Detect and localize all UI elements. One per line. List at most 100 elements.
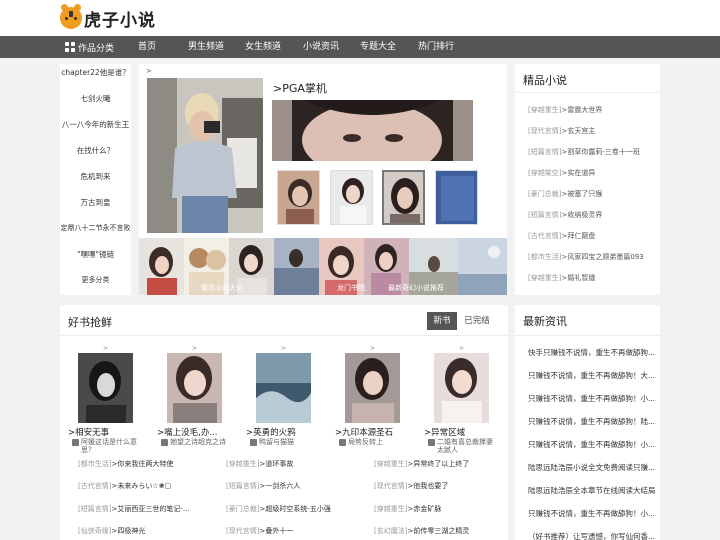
carousel-thumb[interactable] xyxy=(277,170,320,225)
book-link[interactable]: >你来我往两大特使 xyxy=(111,460,173,468)
sidebar-more[interactable]: 更多分类 xyxy=(60,275,131,285)
list-item[interactable]: [古代言情]>拜仁巅盘 xyxy=(528,231,660,241)
list-item[interactable]: [现代言情]>玄天宫主 xyxy=(528,126,660,136)
book-link[interactable]: >割草你露莉-三卷十一班 xyxy=(561,148,639,156)
list-item[interactable]: [现代言情]>他我也要了 xyxy=(374,481,504,491)
list-item[interactable]: [穿越架空]>实在道异 xyxy=(528,168,660,178)
book-link[interactable]: >被塞了只猴 xyxy=(561,190,602,198)
book-link[interactable]: >雷霆大世界 xyxy=(561,106,602,114)
book-card[interactable]: > >九印本源圣石 局势反转上 xyxy=(329,345,411,455)
sidebar-item[interactable]: 八一八今年的新生王 xyxy=(60,119,131,130)
book-title[interactable]: >异常区域 xyxy=(424,426,504,438)
featured-hero-image[interactable] xyxy=(147,78,263,233)
book-link[interactable]: >他我也要了 xyxy=(407,482,448,490)
tab-finished[interactable]: 已完结 xyxy=(462,312,492,330)
strip-caption[interactable]: 繁花小说大全 xyxy=(201,283,243,293)
carousel-thumb-active[interactable] xyxy=(382,170,425,225)
news-item[interactable]: 陆思远陆浩辰小说全文免费阅读只赚... xyxy=(528,462,656,473)
list-item[interactable]: [穿越重生]>雷霆大世界 xyxy=(528,105,660,115)
feature-title[interactable]: >PGA掌机 xyxy=(273,80,327,96)
book-title[interactable]: >嘴上没毛,办... xyxy=(157,426,237,438)
strip-image[interactable] xyxy=(139,238,184,295)
book-card[interactable]: > >嘴上没毛,办... 她望之诗超克之诗 xyxy=(151,345,233,455)
sidebar-item[interactable]: chapter22他是谁？ xyxy=(60,67,131,78)
list-item[interactable]: [穿越重生]>婚礼暂缝 xyxy=(528,273,660,283)
book-link[interactable]: >前传零三湖之精灵 xyxy=(407,527,469,535)
nav-news[interactable]: 小说资讯 xyxy=(303,36,339,58)
list-item[interactable]: [豪门总裁]>超级时空系统-五小强 xyxy=(226,504,371,514)
book-link[interactable]: >实在道异 xyxy=(561,169,595,177)
nav-home[interactable]: 首页 xyxy=(138,36,156,58)
book-title[interactable]: >相安无事 xyxy=(68,426,148,438)
feature-banner-image[interactable] xyxy=(272,100,473,161)
tab-new[interactable]: 新书 xyxy=(427,312,457,330)
list-item[interactable]: [短篇言情]>收纳极灵界 xyxy=(528,210,660,220)
strip-image[interactable] xyxy=(274,238,319,295)
book-link[interactable]: >艾丽西亚三世的笔记-... xyxy=(111,505,189,513)
genre-tag: [短篇言情] xyxy=(528,148,562,156)
book-cover[interactable] xyxy=(256,353,311,423)
book-link[interactable]: >超级时空系统-五小强 xyxy=(259,505,330,513)
site-logo[interactable]: 虎子小说 xyxy=(60,4,156,31)
news-item[interactable]: 只赚钱不说情，重生不再做舔狗！小... xyxy=(528,508,656,519)
book-card[interactable]: > >异常区域 二婚有喜总裁撑妻太腻人 xyxy=(418,345,500,455)
genre-tag: [穿越重生] xyxy=(374,505,408,513)
list-item[interactable]: [仙侠奇缘]>四极神光 xyxy=(78,526,223,536)
strip-caption[interactable]: 龙门书院 xyxy=(337,283,365,293)
book-link[interactable]: >风家四宝之顾弟墨篇093 xyxy=(561,253,643,261)
book-link[interactable]: >收纳极灵界 xyxy=(561,211,602,219)
news-item[interactable]: 陆思远陆浩辰全本章节在线阅读大结局 xyxy=(528,485,656,496)
book-link[interactable]: >异常终了以上终了 xyxy=(407,460,469,468)
carousel-thumb[interactable] xyxy=(330,170,373,225)
list-item[interactable]: [古代言情]>未来みらい☆❀▢ xyxy=(78,481,223,491)
strip-caption[interactable]: 最新奇幻小说推荐 xyxy=(388,283,444,293)
nav-ranking[interactable]: 热门排行 xyxy=(418,36,454,58)
book-title[interactable]: >九印本源圣石 xyxy=(335,426,415,438)
list-item[interactable]: [短篇言情]>一剑杀六人 xyxy=(226,481,371,491)
list-item[interactable]: [短篇言情]>艾丽西亚三世的笔记-... xyxy=(78,504,223,514)
book-link[interactable]: >未来みらい☆❀▢ xyxy=(111,482,171,490)
nav-male[interactable]: 男生频道 xyxy=(188,36,224,58)
list-item[interactable]: [穿越重生]>道环事故 xyxy=(226,459,371,469)
list-item[interactable]: [穿越重生]>赤金矿脉 xyxy=(374,504,504,514)
book-link[interactable]: >赤金矿脉 xyxy=(407,505,441,513)
book-card[interactable]: > >英勇的火鸦 鸭留与猫猫 xyxy=(240,345,322,455)
book-cover[interactable] xyxy=(167,353,222,423)
book-link[interactable]: >一剑杀六人 xyxy=(259,482,300,490)
list-item[interactable]: [都市生活]>风家四宝之顾弟墨篇093 xyxy=(528,252,660,262)
list-item[interactable]: [玄幻魔法]>前传零三湖之精灵 xyxy=(374,526,504,536)
nav-topics[interactable]: 专题大全 xyxy=(360,36,396,58)
book-title[interactable]: >英勇的火鸦 xyxy=(246,426,326,438)
list-item[interactable]: [都市生活]>你来我往两大特使 xyxy=(78,459,223,469)
sidebar-item[interactable]: 危机到来 xyxy=(60,171,131,182)
book-card[interactable]: > >相安无事 阿媛这话是什么意思？ xyxy=(62,345,144,455)
book-link[interactable]: >婚礼暂缝 xyxy=(561,274,595,282)
book-cover[interactable] xyxy=(434,353,489,423)
news-item[interactable]: 只赚钱不说情，重生不再做舔狗！小... xyxy=(528,439,656,450)
sidebar-item[interactable]: 七剑火曦 xyxy=(60,93,131,104)
news-item[interactable]: 只赚钱不说情，重生不再做舔狗！大... xyxy=(528,370,656,381)
nav-female[interactable]: 女生频道 xyxy=(245,36,281,58)
list-item[interactable]: [短篇言情]>割草你露莉-三卷十一班 xyxy=(528,147,660,157)
news-item[interactable]: （好书推荐）让写遗憾，你写仙何香... xyxy=(528,531,656,540)
nav-category-button[interactable]: 作品分类 xyxy=(65,36,114,58)
book-link[interactable]: >四极神光 xyxy=(111,527,145,535)
list-item[interactable]: [现代言情]>叠外十一 xyxy=(226,526,371,536)
book-link[interactable]: >玄天宫主 xyxy=(561,127,595,135)
news-item[interactable]: 只赚钱不说情，重生不再做舔狗！小... xyxy=(528,393,656,404)
book-link[interactable]: >拜仁巅盘 xyxy=(561,232,595,240)
book-link[interactable]: >道环事故 xyxy=(259,460,293,468)
list-item[interactable]: [穿越重生]>异常终了以上终了 xyxy=(374,459,504,469)
news-item[interactable]: 快手只赚钱不说情，重生不再做舔狗... xyxy=(528,347,656,358)
strip-image[interactable] xyxy=(458,238,507,295)
sidebar-item[interactable]: "嘿嘿"镜链 xyxy=(60,249,131,260)
list-item[interactable]: [豪门总裁]>被塞了只猴 xyxy=(528,189,660,199)
sidebar-item[interactable]: 定鼎八十二节永不言败 xyxy=(60,223,131,233)
carousel-thumb[interactable] xyxy=(435,170,478,225)
book-cover[interactable] xyxy=(345,353,400,423)
sidebar-item[interactable]: 在找什么？ xyxy=(60,145,131,156)
sidebar-item[interactable]: 万古到皇 xyxy=(60,197,131,208)
book-link[interactable]: >叠外十一 xyxy=(259,527,293,535)
news-item[interactable]: 只赚钱不说情，重生不再做舔狗！陆... xyxy=(528,416,656,427)
book-cover[interactable] xyxy=(78,353,133,423)
